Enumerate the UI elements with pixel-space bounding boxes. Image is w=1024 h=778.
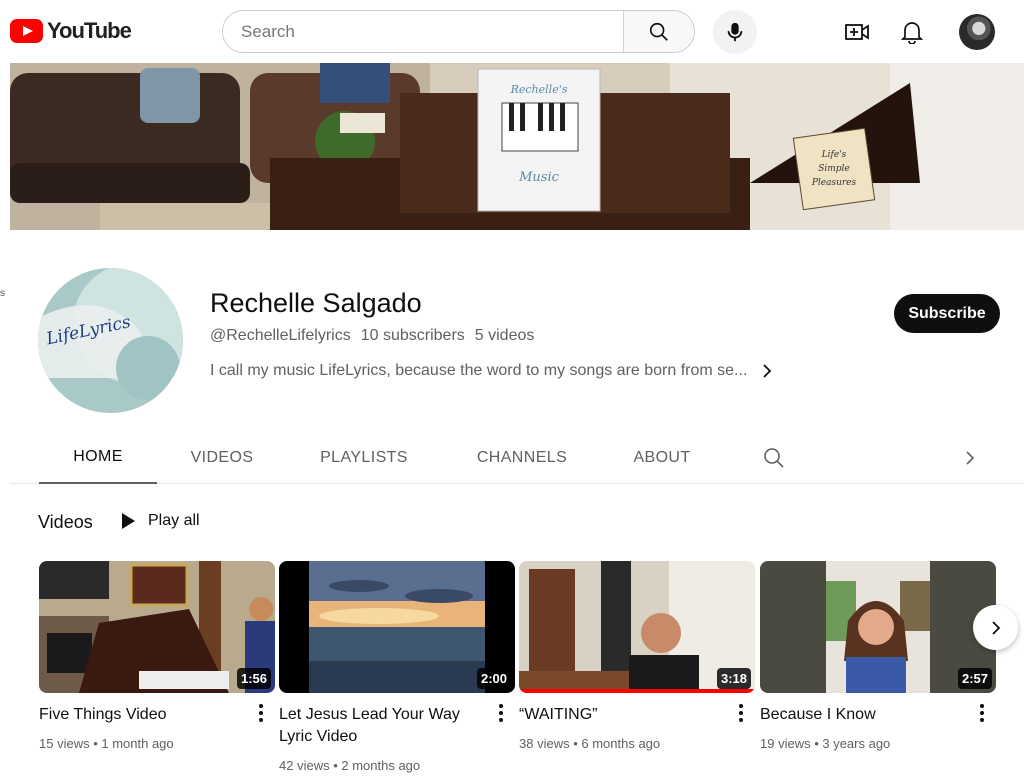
tab-home[interactable]: HOME (39, 432, 157, 484)
search-button[interactable] (623, 11, 694, 52)
channel-handle: @RechelleLifelyrics (210, 327, 351, 344)
create-button[interactable] (843, 18, 871, 46)
banner-sign-line-1: Life's (821, 150, 847, 160)
search-input[interactable] (223, 11, 623, 52)
video-age: 2 months ago (341, 758, 421, 773)
search-icon (764, 448, 784, 468)
chevron-right-icon (966, 451, 975, 465)
channel-avatar-image: LifeLyrics (38, 268, 183, 413)
search-icon (649, 22, 668, 41)
video-card[interactable]: 2:00 Let Jesus Lead Your Way Lyric Video… (279, 561, 515, 773)
video-meta: 42 views • 2 months ago (279, 758, 421, 773)
more-vertical-icon (980, 704, 984, 722)
channel-tabs: HOME VIDEOS PLAYLISTS CHANNELS ABOUT (10, 432, 1024, 484)
video-thumbnail[interactable]: 2:00 (279, 561, 515, 693)
video-age: 6 months ago (581, 736, 661, 751)
youtube-logo[interactable]: YouTube (10, 18, 132, 44)
video-thumbnail[interactable]: 1:56 (39, 561, 275, 693)
play-all-button[interactable]: Play all (120, 512, 200, 530)
video-card[interactable]: 2:57 Because I Know 19 views • 3 years a… (760, 561, 996, 751)
watch-progress-bar (519, 689, 755, 693)
carousel-next-button[interactable] (973, 605, 1018, 650)
video-views: 15 views (39, 736, 90, 751)
video-count: 5 videos (474, 327, 535, 344)
more-vertical-icon (739, 704, 743, 722)
offscreen-text-fragment: s (0, 288, 5, 299)
channel-search-button[interactable] (762, 446, 788, 472)
video-views: 38 views (519, 736, 570, 751)
video-card[interactable]: 1:56 Five Things Video 15 views • 1 mont… (39, 561, 275, 751)
more-vertical-icon (499, 704, 503, 722)
video-menu-button[interactable] (974, 702, 990, 724)
youtube-play-icon (10, 19, 43, 43)
notifications-button[interactable] (898, 18, 926, 46)
tab-about[interactable]: ABOUT (618, 432, 706, 484)
video-views: 19 views (760, 736, 811, 751)
video-title[interactable]: Let Jesus Lead Your Way Lyric Video (279, 704, 484, 748)
tab-videos[interactable]: VIDEOS (173, 432, 271, 484)
video-camera-plus-icon (845, 24, 869, 40)
banner-book-title-top: Rechelle's (510, 83, 568, 96)
tab-playlists[interactable]: PLAYLISTS (303, 432, 425, 484)
video-menu-button[interactable] (253, 702, 269, 724)
video-meta: 38 views • 6 months ago (519, 736, 661, 751)
channel-name: Rechelle Salgado (210, 288, 422, 318)
banner-sign-line-2: Simple (818, 164, 850, 174)
subscriber-count: 10 subscribers (360, 327, 465, 344)
voice-search-button[interactable] (713, 10, 757, 54)
video-menu-button[interactable] (493, 702, 509, 724)
video-meta: 15 views • 1 month ago (39, 736, 174, 751)
more-vertical-icon (259, 704, 263, 722)
channel-banner: Rechelle's Music Life's Simple Pleasures (10, 63, 1024, 230)
video-duration: 2:00 (476, 668, 511, 689)
subscribe-button[interactable]: Subscribe (894, 294, 1000, 333)
video-title[interactable]: Five Things Video (39, 704, 244, 726)
tab-channels[interactable]: CHANNELS (462, 432, 582, 484)
video-age: 3 years ago (822, 736, 891, 751)
video-thumbnail[interactable]: 2:57 (760, 561, 996, 693)
section-title: Videos (38, 512, 93, 532)
video-duration: 1:56 (236, 668, 271, 689)
play-icon (122, 513, 135, 529)
chevron-right-icon (991, 620, 1000, 635)
video-thumbnail[interactable]: 3:18 (519, 561, 755, 693)
search-box (222, 10, 695, 53)
banner-image: Rechelle's Music Life's Simple Pleasures (10, 63, 1024, 230)
channel-avatar: LifeLyrics (38, 268, 183, 413)
video-views: 42 views (279, 758, 330, 773)
logo-text: YouTube (47, 18, 132, 43)
channel-meta: @RechelleLifelyrics 10 subscribers 5 vid… (210, 327, 534, 345)
chevron-right-icon (763, 364, 772, 378)
account-avatar[interactable] (959, 14, 995, 50)
video-meta: 19 views • 3 years ago (760, 736, 891, 751)
video-menu-button[interactable] (733, 702, 749, 724)
microphone-icon (727, 22, 743, 42)
bell-icon (901, 22, 923, 44)
tabs-scroll-right-button[interactable] (958, 446, 984, 472)
masthead: YouTube (0, 0, 1024, 62)
channel-description[interactable]: I call my music LifeLyrics, because the … (210, 362, 773, 380)
video-title[interactable]: “WAITING” (519, 704, 724, 726)
video-duration: 3:18 (716, 668, 751, 689)
banner-book-title-bottom: Music (518, 170, 560, 185)
video-duration: 2:57 (957, 668, 992, 689)
play-all-label: Play all (148, 512, 200, 529)
channel-description-text: I call my music LifeLyrics, because the … (210, 362, 748, 379)
video-age: 1 month ago (101, 736, 174, 751)
video-card[interactable]: 3:18 “WAITING” 38 views • 6 months ago (519, 561, 755, 751)
banner-sign-line-3: Pleasures (811, 178, 857, 188)
video-title[interactable]: Because I Know (760, 704, 965, 726)
